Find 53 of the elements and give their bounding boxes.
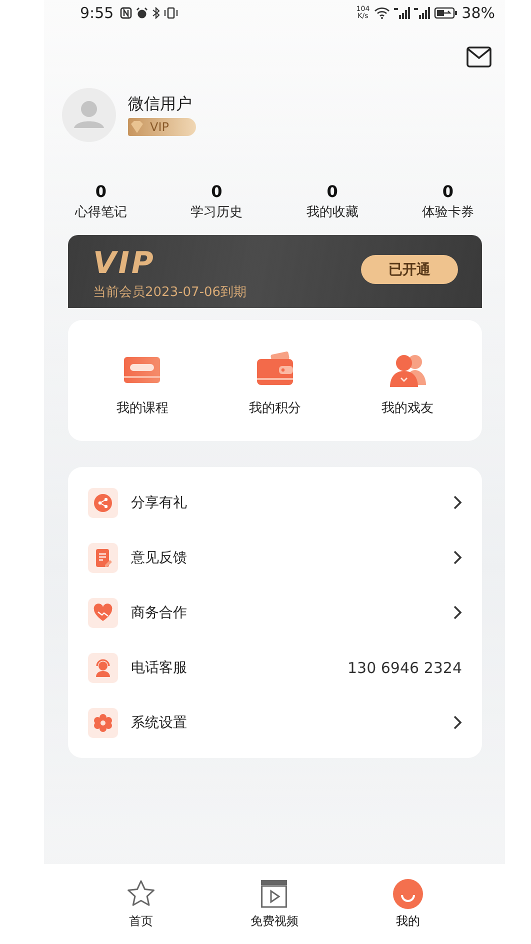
menu-item[interactable]: 分享有礼: [88, 475, 462, 530]
stat-count: 0: [211, 182, 222, 201]
menu-label: 意见反馈: [131, 548, 188, 566]
signal-icon: [414, 7, 430, 19]
menu-item[interactable]: 商务合作: [88, 585, 462, 640]
alarm-icon: [136, 7, 148, 19]
menu-item[interactable]: 系统设置: [88, 695, 462, 750]
heart-icon: [93, 602, 113, 622]
user-name: 微信用户: [128, 94, 193, 115]
menu-item[interactable]: 电话客服 130 6946 2324: [88, 640, 462, 695]
headset-icon: [93, 658, 113, 678]
shortcut-label[interactable]: 我的课程: [116, 398, 168, 416]
expiry-text: 当前会员2023-07-06到期: [93, 284, 247, 301]
chevron-right-icon: [453, 495, 462, 510]
mail-icon[interactable]: [466, 46, 492, 68]
chevron-right-icon: [453, 605, 462, 620]
share-icon: [93, 492, 113, 512]
clock-time: 9:55: [80, 4, 114, 22]
tab-item[interactable]: 首页: [100, 878, 181, 930]
stat-count: 0: [326, 182, 338, 201]
avatar-icon: [62, 88, 116, 142]
bluetooth-icon: [152, 7, 160, 19]
smile-icon: [392, 878, 424, 910]
signal-icon: [394, 7, 410, 19]
menu-item[interactable]: 意见反馈: [88, 530, 462, 585]
tab-item[interactable]: 我的: [368, 878, 448, 930]
diamond-icon: [130, 121, 144, 133]
vibrate-icon: [164, 7, 178, 19]
stat-label[interactable]: 学习历史: [190, 203, 243, 221]
shortcut-label[interactable]: 我的戏友: [382, 398, 434, 416]
phone-number: 130 6946 2324: [347, 658, 462, 676]
battery-percent: 38%: [462, 4, 495, 22]
menu-label: 商务合作: [131, 604, 188, 622]
battery-icon: [434, 7, 458, 19]
stat-label[interactable]: 心得笔记: [75, 203, 127, 221]
wifi-icon: [374, 7, 390, 19]
stat-label[interactable]: 我的收藏: [306, 203, 358, 221]
stat-count: 0: [442, 182, 454, 201]
tab-item[interactable]: 免费视频: [234, 878, 314, 930]
shortcut-label[interactable]: 我的积分: [248, 398, 301, 416]
stat-label[interactable]: 体验卡券: [422, 203, 474, 221]
menu-label: 系统设置: [131, 714, 188, 732]
menu-label: 电话客服: [131, 658, 188, 676]
note-icon: [93, 548, 113, 568]
nfc-icon: [120, 7, 132, 19]
menu-label: 分享有礼: [131, 494, 188, 512]
gear-icon: [93, 712, 113, 732]
badge-label: VIP: [150, 120, 169, 134]
chevron-right-icon: [453, 550, 462, 565]
activated-button[interactable]: 已开通: [361, 255, 458, 284]
chevron-right-icon: [453, 715, 462, 730]
stat-count: 0: [95, 182, 107, 201]
vip-logo: VIP: [93, 248, 156, 280]
